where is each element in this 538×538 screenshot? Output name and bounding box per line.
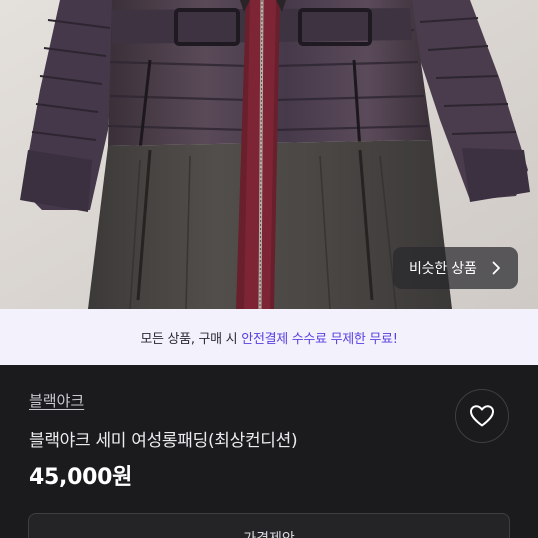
product-photo[interactable]: 비슷한 상품 xyxy=(0,0,538,309)
product-price: 45,000원 xyxy=(29,465,133,490)
heart-icon xyxy=(470,405,494,427)
similar-products-button[interactable]: 비슷한 상품 xyxy=(393,247,518,289)
price-offer-label: 가격제안 xyxy=(243,528,295,538)
promo-lead-text: 모든 상품, 구매 시 xyxy=(140,331,238,347)
like-button[interactable] xyxy=(455,389,509,443)
product-detail-screen: 비슷한 상품 모든 상품, 구매 시 안전결제 수수료 무제한 무료! 블랙야크… xyxy=(0,0,538,538)
similar-products-label: 비슷한 상품 xyxy=(409,261,477,277)
product-title: 블랙야크 세미 여성롱패딩(최상컨디션) xyxy=(29,431,298,451)
chevron-right-icon xyxy=(492,261,500,275)
product-info-section: 블랙야크 블랙야크 세미 여성롱패딩(최상컨디션) 45,000원 가격제안 xyxy=(0,365,538,538)
brand-link[interactable]: 블랙야크 xyxy=(29,390,84,411)
price-offer-button[interactable]: 가격제안 xyxy=(28,513,510,538)
safe-payment-promo-banner[interactable]: 모든 상품, 구매 시 안전결제 수수료 무제한 무료! xyxy=(0,309,538,365)
promo-highlight-text: 안전결제 수수료 무제한 무료! xyxy=(241,331,398,347)
